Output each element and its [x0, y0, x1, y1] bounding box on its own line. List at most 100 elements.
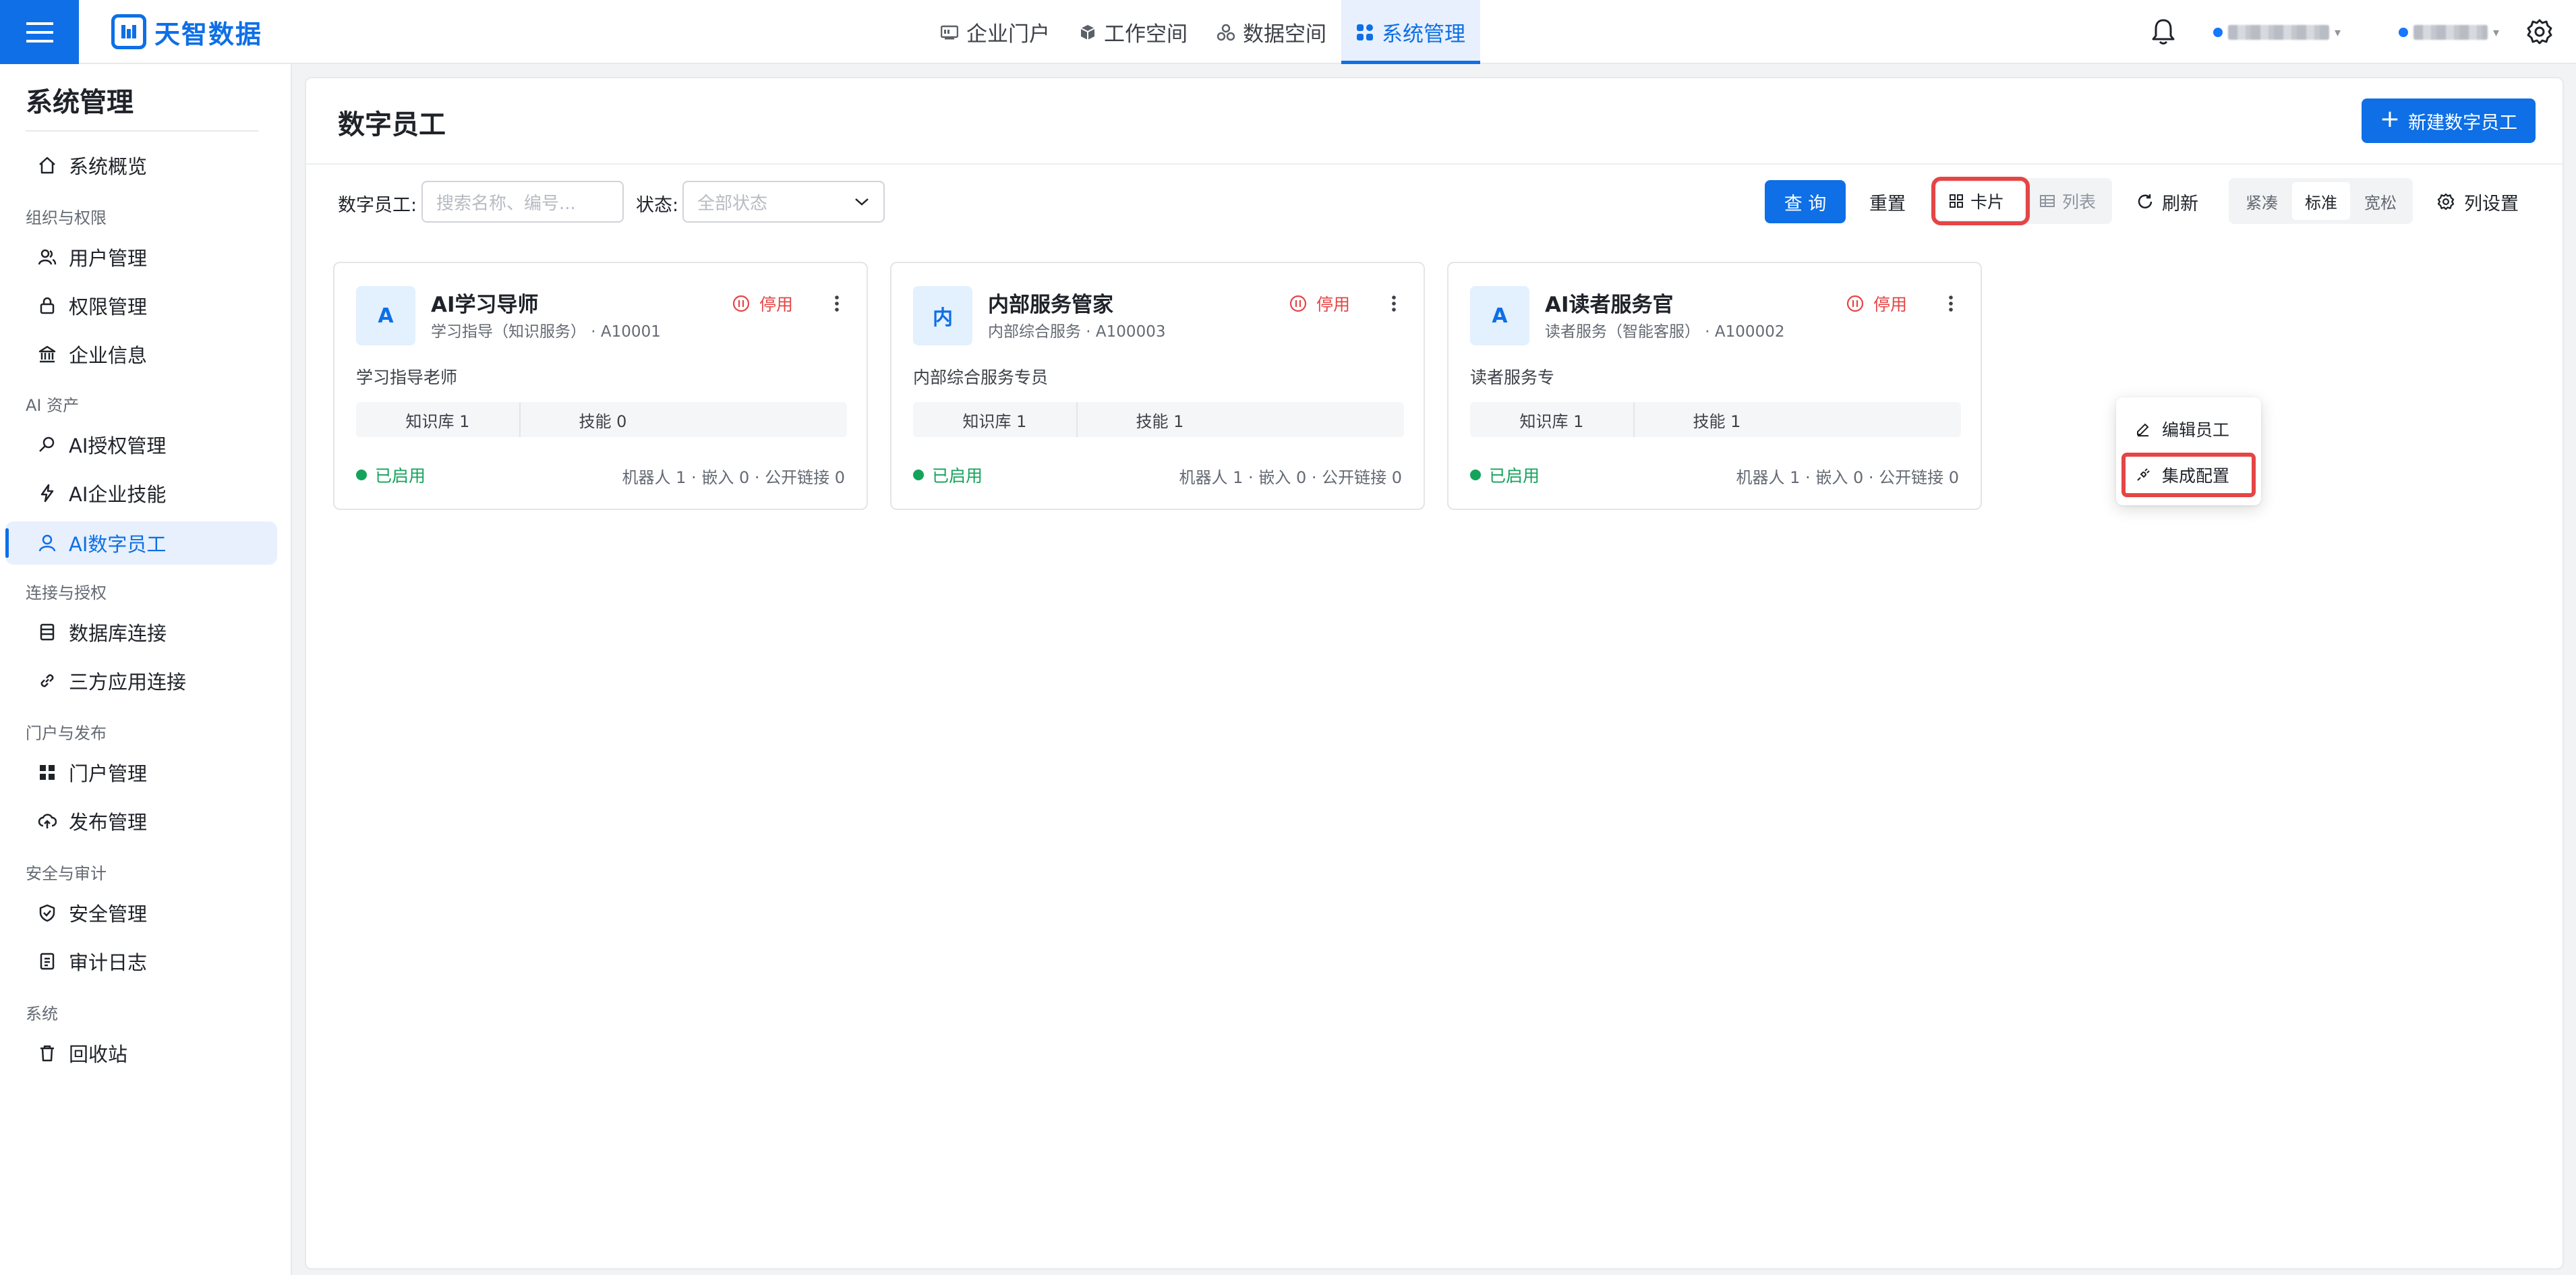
status-dot-icon: [1470, 470, 1481, 480]
sidebar-item-ai-auth[interactable]: AI授权管理: [5, 423, 277, 466]
sidebar-item-enterprise-info[interactable]: 企业信息: [5, 333, 277, 376]
sidebar-item-label: 权限管理: [69, 295, 148, 318]
sidebar: 系统管理 系统概览 组织与权限 用户管理 权限管理 企业信息 AI 资产 AI授…: [0, 64, 292, 1275]
sidebar-item-label: AI授权管理: [69, 434, 167, 457]
sidebar-item-label: 三方应用连接: [69, 671, 187, 693]
sidebar-item-portal-mgmt[interactable]: 门户管理: [5, 751, 277, 794]
org-name-redacted: [2228, 25, 2329, 40]
skills-count: 技能 1: [1693, 412, 1741, 431]
menu-item-label: 集成配置: [2162, 466, 2230, 486]
new-employee-button[interactable]: + 新建数字员工: [2362, 98, 2536, 143]
sidebar-item-third-party[interactable]: 三方应用连接: [5, 659, 277, 702]
view-toggle: 卡片 列表: [1931, 177, 2112, 225]
more-vertical-icon[interactable]: [1941, 291, 1961, 316]
employee-subtitle: 读者服务（智能客服） · A100002: [1545, 323, 1785, 341]
density-loose[interactable]: 宽松: [2351, 182, 2409, 220]
disable-button[interactable]: 停用: [1846, 291, 1907, 316]
disable-label: 停用: [1873, 295, 1908, 314]
avatar: 内: [913, 286, 972, 345]
bolt-icon: [36, 482, 58, 504]
org-switcher[interactable]: ▾: [2213, 19, 2341, 46]
search-input[interactable]: 搜索名称、编号...: [421, 181, 624, 223]
status-badge: 已启用: [1470, 463, 1540, 487]
employee-description: 学习指导老师: [356, 368, 458, 387]
refresh-icon: [2136, 193, 2154, 210]
sidebar-group-label: AI 资产: [26, 396, 80, 415]
bell-icon[interactable]: [2151, 18, 2175, 46]
metrics-bar: 知识库 1 技能 1: [1470, 402, 1961, 437]
sidebar-item-db-connections[interactable]: 数据库连接: [5, 611, 277, 654]
employee-card[interactable]: A AI读者服务官 读者服务（智能客服） · A100002 停用 读者服务专 …: [1447, 262, 1982, 510]
nav-label: 工作空间: [1104, 22, 1188, 47]
view-card-label: 卡片: [1970, 192, 2005, 212]
sidebar-item-security[interactable]: 安全管理: [5, 891, 277, 934]
disable-label: 停用: [1316, 295, 1351, 314]
avatar: A: [1470, 286, 1529, 345]
database-icon: [36, 621, 58, 643]
employee-stats: 机器人 1 · 嵌入 0 · 公开链接 0: [1736, 468, 1959, 487]
status-dot-icon: [356, 470, 367, 480]
brand-name: 天智数据: [154, 19, 263, 49]
sidebar-item-audit-log[interactable]: 审计日志: [5, 940, 277, 983]
brand[interactable]: 天智数据: [111, 13, 262, 50]
sidebar-item-label: AI企业技能: [69, 483, 167, 506]
menu-icon[interactable]: [0, 0, 79, 64]
nav-system-management[interactable]: 系统管理: [1341, 0, 1480, 64]
data-icon: [1217, 24, 1235, 41]
pause-circle-icon: [732, 295, 750, 312]
table-icon: [2039, 194, 2055, 208]
sidebar-item-users[interactable]: 用户管理: [5, 235, 277, 279]
metrics-bar: 知识库 1 技能 1: [913, 402, 1404, 437]
status-select[interactable]: 全部状态: [682, 181, 885, 223]
density-standard[interactable]: 标准: [2292, 182, 2350, 220]
chevron-down-icon: ▾: [2335, 25, 2341, 40]
knowledge-base-count: 知识库 1: [1470, 402, 1635, 437]
disable-button[interactable]: 停用: [732, 291, 793, 316]
sidebar-item-ai-skills[interactable]: AI企业技能: [5, 472, 277, 515]
column-settings-label: 列设置: [2464, 193, 2519, 215]
view-card-button[interactable]: 卡片: [1931, 177, 2030, 225]
sidebar-item-permissions[interactable]: 权限管理: [5, 284, 277, 327]
menu-item-edit-employee[interactable]: 编辑员工: [2126, 411, 2252, 447]
user-icon: [36, 532, 58, 554]
view-list-button[interactable]: 列表: [2031, 182, 2109, 220]
nav-workspace[interactable]: 工作空间: [1065, 0, 1202, 64]
employee-card[interactable]: 内 内部服务管家 内部综合服务 · A100003 停用 内部综合服务专员 知识…: [890, 262, 1425, 510]
plug-icon: [2135, 467, 2151, 483]
sidebar-item-ai-employees[interactable]: AI数字员工: [5, 521, 277, 565]
knowledge-base-count: 知识库 1: [356, 402, 521, 437]
metrics-bar: 知识库 1 技能 0: [356, 402, 847, 437]
disable-button[interactable]: 停用: [1289, 291, 1350, 316]
settings-gear-icon[interactable]: [2526, 18, 2553, 45]
pause-circle-icon: [1846, 295, 1864, 312]
status-filter-label: 状态:: [636, 195, 679, 216]
density-compact[interactable]: 紧凑: [2233, 182, 2291, 220]
user-menu[interactable]: ▾: [2399, 19, 2499, 46]
employee-stats: 机器人 1 · 嵌入 0 · 公开链接 0: [622, 468, 845, 487]
more-vertical-icon[interactable]: [1384, 291, 1404, 316]
cube-icon: [1080, 24, 1096, 41]
nav-enterprise-portal[interactable]: 企业门户: [926, 0, 1065, 64]
plus-icon: +: [2379, 105, 2401, 133]
view-list-label: 列表: [2062, 192, 2097, 212]
edit-icon: [2135, 421, 2151, 437]
sidebar-item-label: 用户管理: [69, 247, 148, 270]
avatar: A: [356, 286, 415, 345]
shield-icon: [36, 902, 58, 924]
menu-item-integration-config[interactable]: 集成配置: [2121, 453, 2256, 497]
more-vertical-icon[interactable]: [827, 291, 847, 316]
lock-icon: [36, 295, 58, 316]
query-button[interactable]: 查 询: [1765, 180, 1846, 223]
employee-card[interactable]: A AI学习导师 学习指导（知识服务） · A10001 停用 学习指导老师 知…: [333, 262, 868, 510]
nav-data-space[interactable]: 数据空间: [1202, 0, 1341, 64]
card-grid-icon: [1949, 194, 1964, 208]
reset-button[interactable]: 重置: [1869, 180, 1906, 223]
column-settings-button[interactable]: 列设置: [2437, 180, 2519, 223]
sidebar-item-publish[interactable]: 发布管理: [5, 799, 277, 843]
refresh-button[interactable]: 刷新: [2136, 180, 2198, 223]
skills-count: 技能 0: [579, 412, 627, 431]
sidebar-item-overview[interactable]: 系统概览: [5, 144, 277, 187]
employee-name: AI学习导师: [431, 293, 539, 317]
sidebar-item-recycle-bin[interactable]: 回收站: [5, 1031, 277, 1075]
user-dot-icon: [2399, 28, 2408, 37]
